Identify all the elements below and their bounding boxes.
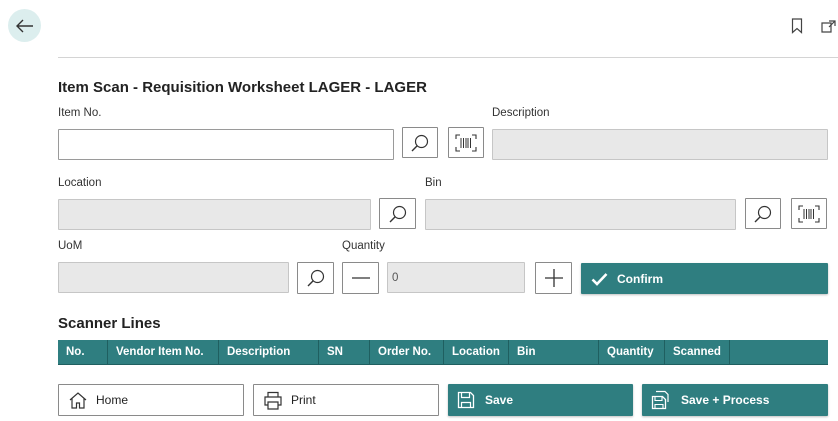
print-label: Print (291, 393, 316, 407)
save-label: Save (485, 393, 514, 407)
home-label: Home (96, 393, 129, 407)
search-icon (389, 205, 406, 222)
save-button[interactable]: Save (448, 384, 633, 416)
search-icon (307, 269, 324, 287)
column-header-scanned[interactable]: Scanned (665, 340, 730, 364)
quantity-field (387, 262, 525, 293)
column-header-quantity[interactable]: Quantity (599, 340, 665, 364)
item-no-input[interactable] (58, 129, 394, 160)
column-header-no[interactable]: No. (58, 340, 108, 364)
description-label: Description (492, 107, 550, 119)
header-divider (58, 57, 838, 58)
back-button[interactable] (8, 9, 41, 42)
uom-field (58, 262, 289, 293)
bin-scan-button[interactable] (791, 198, 827, 229)
save-process-label: Save + Process (681, 393, 770, 407)
scanner-lines-header: No. Vendor Item No. Description SN Order… (58, 340, 828, 365)
column-header-vendor-item-no[interactable]: Vendor Item No. (108, 340, 219, 364)
search-icon (754, 205, 772, 222)
minus-icon (351, 277, 370, 279)
home-button[interactable]: Home (58, 384, 244, 416)
item-no-scan-button[interactable] (448, 127, 484, 158)
bin-label: Bin (425, 177, 442, 189)
uom-label: UoM (58, 240, 83, 252)
arrow-left-icon (15, 19, 33, 32)
open-in-new-window-icon[interactable] (820, 18, 838, 39)
column-header-sn[interactable]: SN (319, 340, 370, 364)
bin-lookup-button[interactable] (745, 198, 781, 229)
bin-field (425, 199, 736, 230)
print-button[interactable]: Print (253, 384, 439, 416)
confirm-label: Confirm (617, 271, 663, 286)
save-icon (457, 391, 475, 409)
location-label: Location (58, 177, 102, 189)
printer-icon (264, 391, 282, 410)
bookmark-icon[interactable] (791, 18, 803, 39)
checkmark-icon (591, 272, 608, 286)
barcode-scan-icon (455, 133, 477, 152)
column-header-description[interactable]: Description (219, 340, 319, 364)
save-process-icon (651, 390, 669, 410)
confirm-button[interactable]: Confirm (581, 263, 828, 294)
save-process-button[interactable]: Save + Process (642, 384, 828, 416)
page-title: Item Scan - Requisition Worksheet LAGER … (58, 79, 427, 96)
column-header-bin[interactable]: Bin (509, 340, 599, 364)
uom-lookup-button[interactable] (297, 262, 334, 294)
barcode-scan-icon (798, 204, 820, 223)
location-field (58, 199, 371, 230)
home-icon (69, 391, 87, 409)
location-lookup-button[interactable] (379, 198, 416, 229)
item-no-label: Item No. (58, 107, 102, 119)
column-header-order-no[interactable]: Order No. (370, 340, 444, 364)
description-field (492, 129, 828, 160)
item-no-lookup-button[interactable] (402, 127, 438, 158)
scanner-lines-title: Scanner Lines (58, 315, 161, 332)
quantity-label: Quantity (342, 240, 385, 252)
column-header-location[interactable]: Location (444, 340, 509, 364)
quantity-decrement-button[interactable] (342, 262, 379, 294)
quantity-increment-button[interactable] (535, 262, 572, 294)
plus-icon (544, 269, 563, 287)
search-icon (411, 134, 429, 151)
